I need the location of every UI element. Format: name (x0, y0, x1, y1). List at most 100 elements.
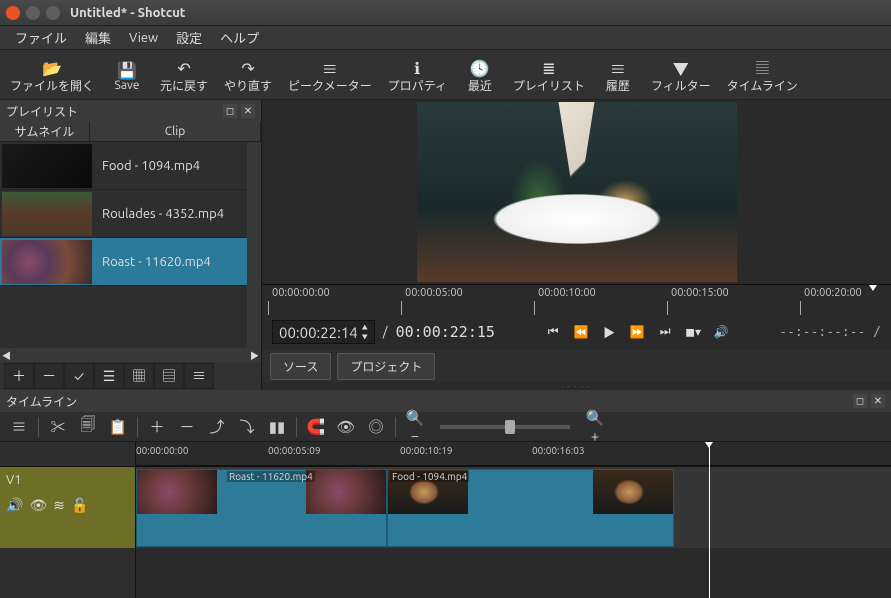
skip-next-button[interactable]: ⏭ (653, 321, 677, 343)
open-file-button-icon: 📂 (42, 59, 62, 77)
track-hide-icon[interactable]: 👁 (29, 497, 47, 514)
fastforward-button[interactable]: ⏩ (625, 321, 649, 343)
playlist-hscrollbar[interactable]: ◀ ▶ (0, 348, 261, 362)
playlist-button[interactable]: ≣プレイリスト (505, 57, 593, 96)
column-thumb-header[interactable]: サムネイル (0, 122, 90, 141)
timeline-dock-icon[interactable]: ◻ (853, 394, 867, 408)
track-mute-icon[interactable]: 🔊 (6, 497, 23, 514)
paste-button[interactable]: 📋 (105, 415, 131, 439)
append-button[interactable]: ＋ (144, 415, 170, 439)
zoom-out-button[interactable]: 🔍− (402, 415, 428, 439)
playlist-thumb (2, 144, 92, 188)
playlist-menu-button[interactable]: ≡ (184, 363, 214, 389)
menu-edit[interactable]: 編集 (76, 28, 120, 47)
splitter-grip-icon[interactable]: ∙∙∙∙∙ (262, 382, 891, 390)
timeline-button[interactable]: 𝄚タイムライン (719, 57, 806, 96)
redo-button[interactable]: ↷やり直す (216, 57, 280, 96)
open-file-button[interactable]: 📂ファイルを開く (2, 57, 102, 96)
menu-view[interactable]: View (120, 31, 167, 45)
undo-button[interactable]: ↶元に戻す (152, 57, 216, 96)
playlist-close-icon[interactable]: ✕ (241, 104, 255, 118)
overwrite-button[interactable]: ⤵ (234, 415, 260, 439)
tc-up-icon[interactable]: ▲ (362, 323, 368, 332)
current-timecode-input[interactable]: 00:00:22:14 ▲▼ (272, 320, 375, 344)
scrub-button[interactable]: 👁 (333, 415, 359, 439)
transport-bar: 00:00:22:14 ▲▼ / 00:00:22:15 ⏮ ⏪ ▶ ⏩ ⏭ ◼… (262, 314, 891, 350)
timeline-tick: 00:00:10:19 (400, 445, 453, 456)
zoom-toggle-button[interactable]: ◼▾ (681, 321, 705, 343)
timeline-content[interactable]: 00:00:00:0000:00:05:0900:00:10:1900:00:1… (136, 442, 891, 598)
window-maximize-button[interactable] (46, 6, 60, 20)
remove-button[interactable]: － (174, 415, 200, 439)
player-playhead-icon[interactable] (869, 285, 877, 293)
playlist-row[interactable]: Roulades - 4352.mp4 (0, 190, 261, 238)
playlist-add-button[interactable]: ＋ (4, 363, 34, 389)
playlist-remove-button[interactable]: － (34, 363, 64, 389)
timeline-title: タイムライン (6, 393, 77, 410)
project-tab[interactable]: プロジェクト (337, 353, 435, 380)
playlist-row[interactable]: Roast - 11620.mp4 (0, 238, 261, 286)
peakmeter-button[interactable]: ≡ピークメーター (280, 57, 380, 96)
history-button-label: 履歴 (606, 77, 630, 94)
copy-button[interactable]: 🗐 (75, 415, 101, 439)
zoom-slider[interactable] (440, 425, 570, 429)
timeline-button-icon: 𝄚 (756, 59, 769, 77)
timeline-close-icon[interactable]: ✕ (871, 394, 885, 408)
timeline-tick: 00:00:05:09 (268, 445, 321, 456)
zoom-in-button[interactable]: 🔍+ (582, 415, 608, 439)
preview-panel: 00:00:00:0000:00:05:0000:00:10:0000:00:1… (262, 100, 891, 390)
playlist-tilesview-button[interactable]: ▦ (124, 363, 154, 389)
timeline-menu-button[interactable]: ≡ (6, 415, 32, 439)
source-project-tabs: ソース プロジェクト (262, 350, 891, 382)
menu-help[interactable]: ヘルプ (211, 28, 268, 47)
track-composite-icon[interactable]: ≋ (53, 497, 65, 514)
timeline-playhead[interactable] (709, 442, 710, 598)
menu-file[interactable]: ファイル (6, 28, 76, 47)
timeline-ruler[interactable]: 00:00:00:0000:00:05:0900:00:10:1900:00:1… (136, 442, 891, 466)
rewind-button[interactable]: ⏪ (569, 321, 593, 343)
playlist-vscrollbar[interactable] (247, 142, 261, 348)
cut-button[interactable]: ✂ (45, 415, 71, 439)
filters-button-icon: ▼ (673, 59, 689, 77)
track-lock-icon[interactable]: 🔓 (71, 497, 88, 514)
window-minimize-button[interactable] (26, 6, 40, 20)
play-button[interactable]: ▶ (597, 321, 621, 343)
history-button[interactable]: ≡履歴 (593, 57, 643, 96)
clip-thumb-right (306, 470, 386, 514)
playlist-table-header: サムネイル Clip (0, 122, 261, 142)
window-close-button[interactable] (6, 6, 20, 20)
redo-button-icon: ↷ (241, 59, 254, 77)
timeline-clip[interactable]: Food - 1094.mp4 (387, 469, 674, 547)
menu-settings[interactable]: 設定 (167, 28, 211, 47)
skip-previous-button[interactable]: ⏮ (541, 321, 565, 343)
properties-button[interactable]: ℹプロパティ (380, 57, 455, 96)
peakmeter-button-label: ピークメーター (288, 77, 372, 94)
playlist-listview-button[interactable]: ☰ (94, 363, 124, 389)
preview-frame (417, 102, 737, 282)
playlist-dock-icon[interactable]: ◻ (223, 104, 237, 118)
playlist-row[interactable]: Food - 1094.mp4 (0, 142, 261, 190)
filters-button[interactable]: ▼フィルター (643, 57, 719, 96)
snap-button[interactable]: 🧲 (303, 415, 329, 439)
recent-button[interactable]: 🕓最近 (455, 57, 505, 96)
scroll-right-icon[interactable]: ▶ (250, 349, 259, 362)
lift-button[interactable]: ⤴ (204, 415, 230, 439)
playlist-update-button[interactable]: ✓ (64, 363, 94, 389)
zoom-slider-thumb[interactable] (505, 420, 515, 434)
player-ruler[interactable]: 00:00:00:0000:00:05:0000:00:10:0000:00:1… (262, 284, 891, 314)
ripple-button[interactable]: ◎ (363, 415, 389, 439)
playlist-iconview-button[interactable]: ▤ (154, 363, 184, 389)
open-file-button-label: ファイルを開く (10, 77, 94, 94)
volume-button[interactable]: 🔊 (709, 321, 733, 343)
preview-viewport[interactable] (262, 100, 891, 284)
tc-down-icon[interactable]: ▼ (362, 332, 368, 341)
timeline-clip[interactable]: Roast - 11620.mp4 (136, 469, 387, 547)
save-button-icon: 💾 (117, 61, 137, 79)
track-v1-header[interactable]: V1 🔊 👁 ≋ 🔓 (0, 466, 135, 548)
save-button[interactable]: 💾Save (102, 59, 152, 94)
split-button[interactable]: ▮▮ (264, 415, 290, 439)
column-clip-header[interactable]: Clip (90, 122, 261, 141)
scroll-left-icon[interactable]: ◀ (2, 349, 11, 362)
track-v1-lane[interactable]: Roast - 11620.mp4 Food - 1094.mp4 (136, 466, 891, 548)
source-tab[interactable]: ソース (270, 353, 331, 380)
